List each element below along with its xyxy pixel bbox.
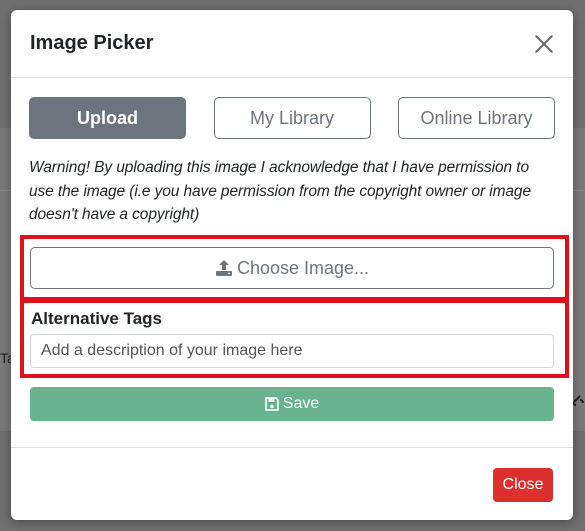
close-icon[interactable] [529,30,557,58]
modal-title: Image Picker [30,32,154,54]
close-button[interactable]: Close [493,468,553,502]
link-icon [571,392,585,410]
save-label: Save [282,395,320,412]
highlight-box-alt-tags [20,299,569,378]
tab-bar: Upload My Library Online Library [29,97,555,139]
modal-body: Upload My Library Online Library Warning… [11,78,573,227]
save-icon [264,397,279,411]
save-button[interactable]: Save [30,387,554,421]
modal-header: Image Picker [11,10,573,78]
tab-upload[interactable]: Upload [29,97,186,139]
permission-warning: Warning! By uploading this image I ackno… [29,159,531,223]
highlight-box-choose [20,235,569,301]
tab-my-library[interactable]: My Library [213,97,371,139]
footer-divider [11,447,573,448]
tab-online-library[interactable]: Online Library [398,97,555,139]
